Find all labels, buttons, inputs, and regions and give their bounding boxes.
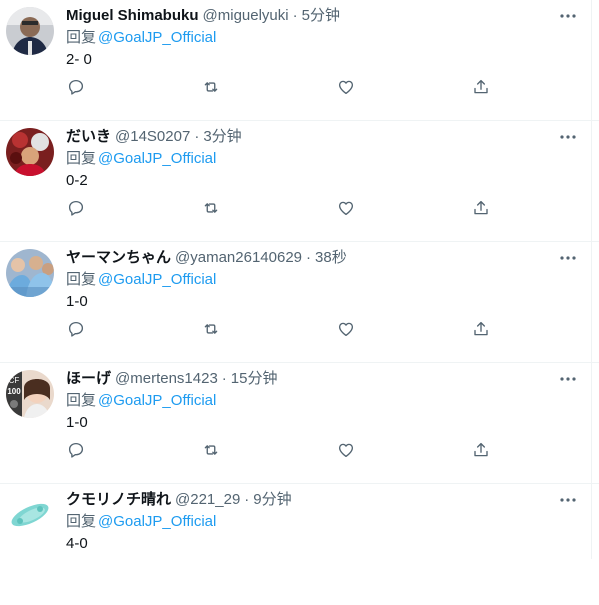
like-icon[interactable] (336, 440, 356, 460)
share-icon[interactable] (471, 319, 491, 339)
retweet-icon[interactable] (201, 77, 221, 97)
share-icon[interactable] (471, 77, 491, 97)
timestamp[interactable]: 15分钟 (231, 369, 278, 389)
tweet-item[interactable]: CF 100 ほーげ @mertens1423 · 15分钟 回复 @GoalJP… (0, 363, 599, 484)
mention-link[interactable]: @GoalJP_Official (98, 150, 216, 167)
avatar[interactable] (6, 249, 54, 297)
reply-context: 回复 @GoalJP_Official (66, 512, 579, 532)
mention-link[interactable]: @GoalJP_Official (98, 29, 216, 46)
reply-context: 回复 @GoalJP_Official (66, 391, 579, 411)
avatar[interactable] (6, 7, 54, 55)
more-horizontal-icon[interactable] (557, 127, 579, 147)
display-name[interactable]: クモリノチ晴れ (66, 490, 171, 510)
separator-dot: · (306, 249, 312, 266)
mention-link[interactable]: @GoalJP_Official (98, 392, 216, 409)
reply-icon[interactable] (66, 319, 86, 339)
avatar[interactable]: CF 100 (6, 370, 54, 418)
reply-context: 回复 @GoalJP_Official (66, 28, 579, 48)
like-icon[interactable] (336, 77, 356, 97)
retweet-icon[interactable] (201, 319, 221, 339)
display-name[interactable]: だいき (66, 127, 111, 147)
more-horizontal-icon[interactable] (557, 6, 579, 26)
avatar-badge-number: 100 (7, 387, 21, 396)
reply-prefix: 回复 (66, 513, 97, 530)
tweet-text: 2- 0 (66, 51, 92, 68)
tweet-text: 1-0 (66, 414, 88, 431)
tweet-item[interactable]: ヤーマンちゃん @yaman26140629 · 38秒 回复 @GoalJP_O… (0, 242, 599, 363)
avatar[interactable] (6, 491, 54, 539)
avatar-badge-label: CF (9, 376, 20, 385)
tweet-item[interactable]: クモリノチ晴れ @221_29 · 9分钟 回复 @GoalJP_Official… (0, 484, 599, 605)
share-icon[interactable] (471, 198, 491, 218)
timestamp[interactable]: 9分钟 (253, 490, 291, 510)
display-name[interactable]: Miguel Shimabuku (66, 6, 199, 26)
like-icon[interactable] (336, 319, 356, 339)
tweet-text: 0-2 (66, 172, 88, 189)
reply-icon[interactable] (66, 440, 86, 460)
more-horizontal-icon[interactable] (557, 490, 579, 510)
user-handle[interactable]: @mertens1423 (115, 369, 218, 389)
reply-prefix: 回复 (66, 271, 97, 288)
reply-prefix: 回复 (66, 150, 97, 167)
tweet-text: 4-0 (66, 535, 88, 552)
tweet-item[interactable]: だいき @14S0207 · 3分钟 回复 @GoalJP_Official 0-… (0, 121, 599, 242)
tweet-text: 1-0 (66, 293, 88, 310)
reply-context: 回复 @GoalJP_Official (66, 270, 579, 290)
display-name[interactable]: ヤーマンちゃん (66, 248, 171, 268)
separator-dot: · (221, 370, 227, 387)
mention-link[interactable]: @GoalJP_Official (98, 513, 216, 530)
timestamp[interactable]: 5分钟 (302, 6, 340, 26)
tweet-item[interactable]: Miguel Shimabuku @miguelyuki · 5分钟 回复 @Go… (0, 0, 599, 121)
user-handle[interactable]: @yaman26140629 (175, 248, 302, 268)
reply-icon[interactable] (66, 77, 86, 97)
reply-icon[interactable] (66, 198, 86, 218)
retweet-icon[interactable] (201, 440, 221, 460)
user-handle[interactable]: @221_29 (175, 490, 240, 510)
separator-dot: · (194, 128, 200, 145)
user-handle[interactable]: @miguelyuki (203, 6, 289, 26)
share-icon[interactable] (471, 440, 491, 460)
like-icon[interactable] (336, 198, 356, 218)
display-name[interactable]: ほーげ (66, 369, 111, 389)
more-horizontal-icon[interactable] (557, 248, 579, 268)
timestamp[interactable]: 38秒 (315, 248, 347, 268)
reply-context: 回复 @GoalJP_Official (66, 149, 579, 169)
reply-prefix: 回复 (66, 29, 97, 46)
mention-link[interactable]: @GoalJP_Official (98, 271, 216, 288)
reply-prefix: 回复 (66, 392, 97, 409)
more-horizontal-icon[interactable] (557, 369, 579, 389)
separator-dot: · (292, 7, 298, 24)
separator-dot: · (244, 491, 250, 508)
user-handle[interactable]: @14S0207 (115, 127, 190, 147)
timestamp[interactable]: 3分钟 (203, 127, 241, 147)
avatar[interactable] (6, 128, 54, 176)
retweet-icon[interactable] (201, 198, 221, 218)
